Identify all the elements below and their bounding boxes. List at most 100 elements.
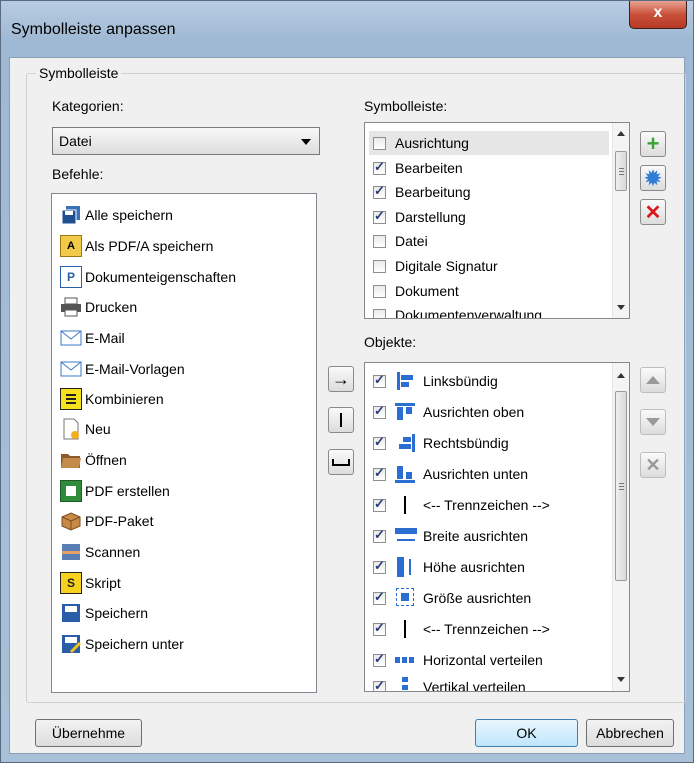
- settings-button[interactable]: ✹: [640, 165, 666, 191]
- checkbox[interactable]: [373, 403, 386, 419]
- add-object-button[interactable]: →: [328, 366, 354, 392]
- list-item[interactable]: <-- Trennzeichen -->: [373, 617, 550, 641]
- checkbox[interactable]: [373, 589, 386, 605]
- package-icon: [60, 510, 82, 532]
- checkbox[interactable]: [373, 234, 386, 248]
- list-item[interactable]: PDF-Paket: [60, 508, 153, 534]
- list-item[interactable]: A Als PDF/A speichern: [60, 233, 213, 259]
- list-item[interactable]: Drucken: [60, 294, 137, 320]
- objects-label: Objekte:: [364, 334, 417, 350]
- match-height-icon: [395, 557, 417, 577]
- list-item[interactable]: Neu: [60, 416, 111, 442]
- scroll-down-icon[interactable]: [617, 305, 625, 310]
- ok-button[interactable]: OK: [475, 719, 578, 747]
- list-item[interactable]: Ausrichten unten: [373, 462, 528, 486]
- list-item[interactable]: PDF erstellen: [60, 478, 170, 504]
- checkbox[interactable]: [373, 651, 386, 667]
- title-bar: Symbolleiste anpassen: [1, 1, 693, 57]
- list-item[interactable]: Größe ausrichten: [373, 586, 531, 610]
- commands-label: Befehle:: [52, 166, 104, 182]
- apply-button[interactable]: Übernehme: [35, 719, 142, 747]
- list-item[interactable]: Alle speichern: [60, 202, 173, 228]
- scrollbar-thumb[interactable]: [615, 391, 627, 581]
- list-item[interactable]: Ausrichten oben: [373, 400, 524, 424]
- checkbox[interactable]: [373, 620, 386, 636]
- checkbox[interactable]: [373, 159, 386, 175]
- align-bottom-icon: [395, 464, 417, 484]
- checkbox[interactable]: [373, 136, 386, 150]
- scroll-up-icon[interactable]: [617, 373, 625, 378]
- list-item[interactable]: Ausrichtung: [369, 131, 609, 155]
- list-item[interactable]: Breite ausrichten: [373, 524, 528, 548]
- list-item[interactable]: Digitale Signatur: [373, 254, 498, 278]
- checkbox[interactable]: [373, 284, 386, 298]
- script-icon: S: [60, 572, 82, 594]
- match-size-icon: [395, 588, 417, 608]
- move-down-button[interactable]: [640, 409, 666, 435]
- checkbox[interactable]: [373, 372, 386, 388]
- move-up-button[interactable]: [640, 367, 666, 393]
- remove-object-button[interactable]: ✕: [640, 452, 666, 478]
- list-item[interactable]: Linksbündig: [373, 369, 498, 393]
- folder-open-icon: [60, 449, 82, 471]
- list-item[interactable]: Rechtsbündig: [373, 431, 509, 455]
- list-item[interactable]: Bearbeiten: [373, 156, 463, 180]
- scanner-icon: [60, 541, 82, 563]
- checkbox[interactable]: [373, 558, 386, 574]
- separator-icon: [395, 619, 417, 639]
- distribute-horizontal-icon: [395, 650, 417, 670]
- checkbox[interactable]: [373, 678, 386, 691]
- document-properties-icon: P: [60, 266, 82, 288]
- delete-toolbar-button[interactable]: ✕: [640, 199, 666, 225]
- separator-icon: [340, 413, 342, 427]
- list-item[interactable]: Dokumentenverwaltung: [373, 303, 542, 318]
- list-item[interactable]: Horizontal verteilen: [373, 648, 543, 672]
- list-item[interactable]: Speichern unter: [60, 631, 184, 657]
- scrollbar-thumb[interactable]: [615, 151, 627, 191]
- list-item[interactable]: Höhe ausrichten: [373, 555, 525, 579]
- checkbox[interactable]: [373, 527, 386, 543]
- list-item[interactable]: Dokument: [373, 279, 459, 303]
- toolbars-scrollbar[interactable]: [612, 123, 629, 318]
- cancel-button[interactable]: Abbrechen: [586, 719, 674, 747]
- new-document-icon: [60, 418, 82, 440]
- add-separator-button[interactable]: [328, 407, 354, 433]
- checkbox[interactable]: [373, 496, 386, 512]
- list-item[interactable]: Darstellung: [373, 205, 466, 229]
- add-space-button[interactable]: [328, 449, 354, 475]
- list-item[interactable]: Vertikal verteilen: [373, 675, 526, 691]
- list-item[interactable]: Datei: [373, 229, 428, 253]
- commands-list[interactable]: Alle speichern A Als PDF/A speichern P Dok…: [51, 193, 317, 693]
- toolbars-list[interactable]: Ausrichtung Bearbeiten Bearbeitung Darst…: [364, 122, 630, 319]
- list-item[interactable]: S Skript: [60, 570, 121, 596]
- list-item[interactable]: Öffnen: [60, 447, 127, 473]
- checkbox[interactable]: [373, 465, 386, 481]
- scroll-up-icon[interactable]: [617, 131, 625, 136]
- list-item[interactable]: E-Mail-Vorlagen: [60, 356, 185, 382]
- list-item[interactable]: Kombinieren: [60, 386, 164, 412]
- gear-icon: ✹: [644, 167, 662, 190]
- checkbox[interactable]: [373, 308, 386, 318]
- objects-scrollbar[interactable]: [612, 363, 629, 691]
- checkbox[interactable]: [373, 208, 386, 224]
- create-pdf-icon: [60, 480, 82, 502]
- categories-dropdown[interactable]: Datei: [52, 127, 320, 155]
- add-toolbar-button[interactable]: +: [640, 131, 666, 157]
- list-item[interactable]: <-- Trennzeichen -->: [373, 493, 550, 517]
- list-item[interactable]: E-Mail: [60, 325, 125, 351]
- envelope-icon: [60, 327, 82, 349]
- close-button[interactable]: x: [629, 1, 687, 29]
- list-item[interactable]: Scannen: [60, 539, 140, 565]
- categories-selected: Datei: [59, 133, 92, 149]
- align-right-icon: [395, 433, 417, 453]
- checkbox[interactable]: [373, 259, 386, 273]
- objects-list[interactable]: Linksbündig Ausrichten oben Rechtsbündig…: [364, 362, 630, 692]
- list-item[interactable]: Bearbeitung: [373, 180, 471, 204]
- list-item[interactable]: P Dokumenteigenschaften: [60, 264, 236, 290]
- scroll-down-icon[interactable]: [617, 677, 625, 682]
- checkbox[interactable]: [373, 434, 386, 450]
- triangle-up-icon: [646, 376, 660, 384]
- checkbox[interactable]: [373, 183, 386, 199]
- match-width-icon: [395, 526, 417, 546]
- list-item[interactable]: Speichern: [60, 600, 148, 626]
